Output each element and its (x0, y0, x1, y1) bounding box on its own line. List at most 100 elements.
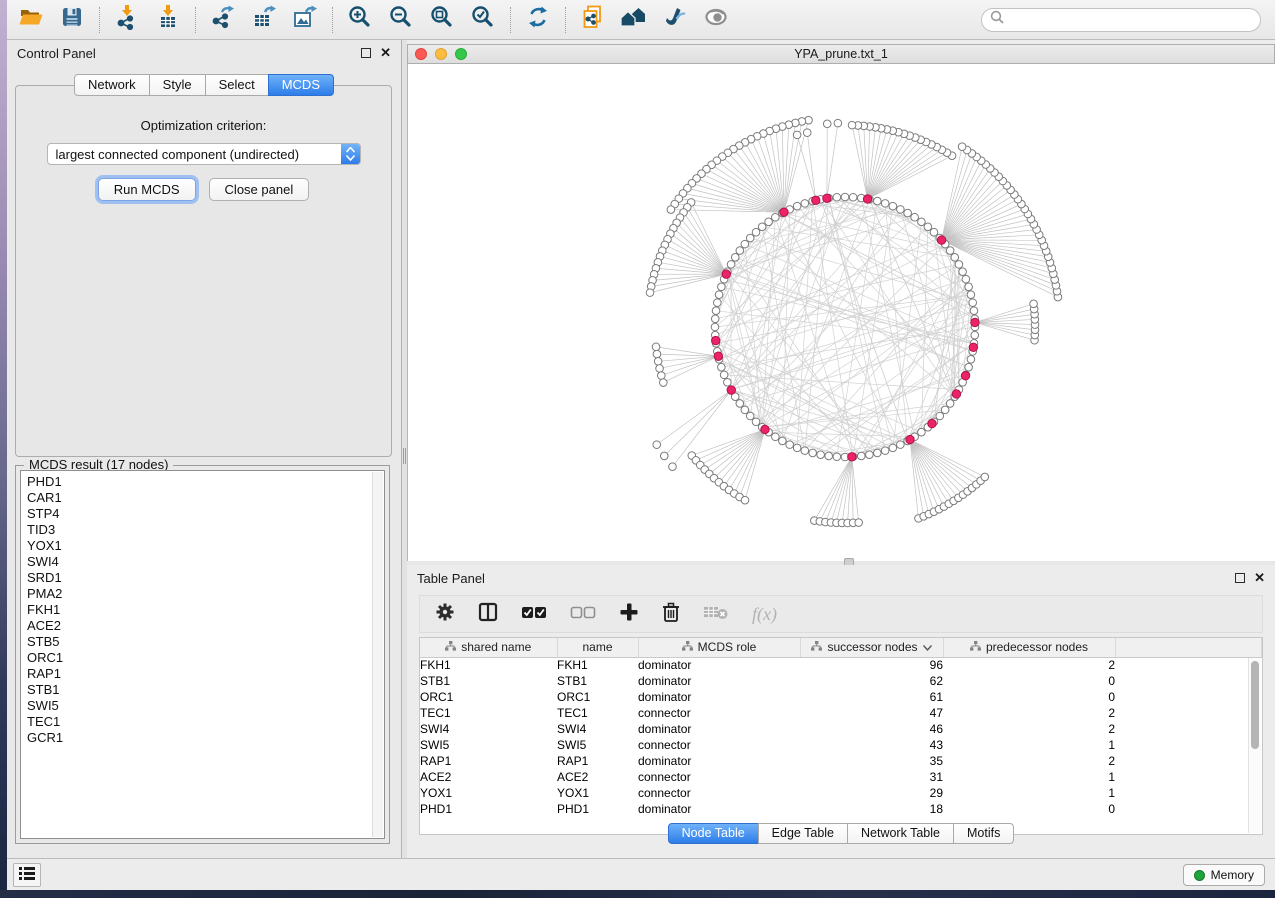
network-node[interactable] (889, 444, 897, 452)
leaf-node[interactable] (803, 129, 811, 137)
table-cell[interactable]: connector (638, 785, 800, 801)
table-cell[interactable]: TEC1 (420, 705, 557, 721)
table-tab-edge-table[interactable]: Edge Table (758, 823, 848, 844)
table-cell[interactable]: dominator (638, 657, 800, 673)
network-node[interactable] (897, 441, 905, 449)
leaf-node[interactable] (652, 343, 660, 351)
tab-network[interactable]: Network (74, 74, 150, 96)
table-cell[interactable]: 96 (800, 657, 943, 673)
network-node[interactable] (946, 400, 954, 408)
leaf-node[interactable] (667, 206, 675, 214)
table-row[interactable]: YOX1YOX1connector291 (420, 785, 1262, 801)
mcds-result-item[interactable]: SRD1 (27, 570, 384, 586)
mcds-node[interactable] (712, 336, 720, 344)
network-node[interactable] (801, 447, 809, 455)
mcds-result-item[interactable]: ACE2 (27, 618, 384, 634)
import-network-button[interactable] (113, 6, 141, 34)
table-cell[interactable]: 0 (943, 801, 1115, 817)
table-cell[interactable]: YOX1 (557, 785, 638, 801)
table-cell[interactable]: 1 (943, 769, 1115, 785)
mcds-node[interactable] (937, 236, 945, 244)
table-cell[interactable]: SWI4 (557, 721, 638, 737)
task-history-button[interactable] (13, 863, 41, 887)
network-node[interactable] (772, 433, 780, 441)
delete-table-button[interactable] (703, 603, 729, 626)
network-node[interactable] (918, 218, 926, 226)
network-node[interactable] (793, 202, 801, 210)
table-cell[interactable]: 0 (943, 689, 1115, 705)
network-node[interactable] (741, 406, 749, 414)
network-node[interactable] (746, 412, 754, 420)
table-cell[interactable]: STB1 (557, 673, 638, 689)
table-cell[interactable]: 35 (800, 753, 943, 769)
network-node[interactable] (809, 449, 817, 457)
network-node[interactable] (786, 441, 794, 449)
network-node[interactable] (918, 428, 926, 436)
search-field[interactable] (981, 8, 1261, 32)
run-mcds-button[interactable]: Run MCDS (98, 178, 196, 201)
table-cell[interactable]: SWI5 (420, 737, 557, 753)
network-node[interactable] (731, 254, 739, 262)
mcds-result-item[interactable]: YOX1 (27, 538, 384, 554)
deselect-all-columns-button[interactable] (570, 604, 596, 625)
export-table-button[interactable] (250, 6, 278, 34)
column-layout-button[interactable] (478, 602, 498, 627)
table-cell[interactable]: STB1 (420, 673, 557, 689)
close-panel-icon[interactable]: ✕ (1254, 573, 1265, 583)
leaf-node[interactable] (741, 496, 749, 504)
network-node[interactable] (965, 283, 973, 291)
table-row[interactable]: ACE2ACE2connector311 (420, 769, 1262, 785)
network-node[interactable] (801, 200, 809, 208)
zoom-fit-button[interactable] (428, 6, 456, 34)
network-node[interactable] (857, 452, 865, 460)
table-row[interactable]: FKH1FKH1dominator962 (420, 657, 1262, 673)
import-table-button[interactable] (154, 6, 182, 34)
table-tab-node-table[interactable]: Node Table (668, 823, 759, 844)
result-list-scrollbar[interactable] (372, 472, 383, 837)
table-row[interactable]: PHD1PHD1dominator180 (420, 801, 1262, 817)
column-header-mcds-role[interactable]: MCDS role (638, 638, 800, 657)
memory-button[interactable]: Memory (1183, 864, 1265, 886)
leaf-node[interactable] (793, 131, 801, 139)
table-cell[interactable]: dominator (638, 753, 800, 769)
table-cell[interactable]: 61 (800, 689, 943, 705)
network-node[interactable] (874, 449, 882, 457)
network-graph[interactable] (408, 64, 1275, 560)
table-cell[interactable]: 43 (800, 737, 943, 753)
network-node[interactable] (765, 218, 773, 226)
table-cell[interactable]: dominator (638, 721, 800, 737)
table-cell[interactable]: 2 (943, 753, 1115, 769)
table-cell[interactable]: dominator (638, 801, 800, 817)
network-node[interactable] (736, 400, 744, 408)
mcds-result-item[interactable]: PMA2 (27, 586, 384, 602)
table-cell[interactable]: 62 (800, 673, 943, 689)
tab-style[interactable]: Style (149, 74, 206, 96)
network-node[interactable] (779, 437, 787, 445)
network-node[interactable] (727, 261, 735, 269)
leaf-node[interactable] (1030, 300, 1038, 308)
leaf-node[interactable] (653, 441, 661, 449)
table-row[interactable]: TEC1TEC1connector472 (420, 705, 1262, 721)
network-node[interactable] (946, 247, 954, 255)
table-cell[interactable]: 47 (800, 705, 943, 721)
network-node[interactable] (758, 223, 766, 231)
mcds-node[interactable] (727, 386, 735, 394)
network-node[interactable] (889, 202, 897, 210)
network-node[interactable] (841, 193, 849, 201)
column-header-predecessor-nodes[interactable]: predecessor nodes (943, 638, 1115, 657)
table-cell[interactable]: 2 (943, 721, 1115, 737)
network-node[interactable] (904, 209, 912, 217)
column-header-successor-nodes[interactable]: successor nodes (800, 638, 943, 657)
table-cell[interactable]: 31 (800, 769, 943, 785)
table-cell[interactable]: connector (638, 705, 800, 721)
float-panel-icon[interactable] (361, 48, 371, 58)
export-network-button[interactable] (209, 6, 237, 34)
table-row[interactable]: ORC1ORC1dominator610 (420, 689, 1262, 705)
table-cell[interactable]: connector (638, 737, 800, 753)
network-node[interactable] (741, 240, 749, 248)
hide-labels-button[interactable] (661, 6, 689, 34)
network-node[interactable] (772, 213, 780, 221)
mcds-node[interactable] (863, 195, 871, 203)
tab-mcds[interactable]: MCDS (268, 74, 334, 96)
network-node[interactable] (967, 291, 975, 299)
